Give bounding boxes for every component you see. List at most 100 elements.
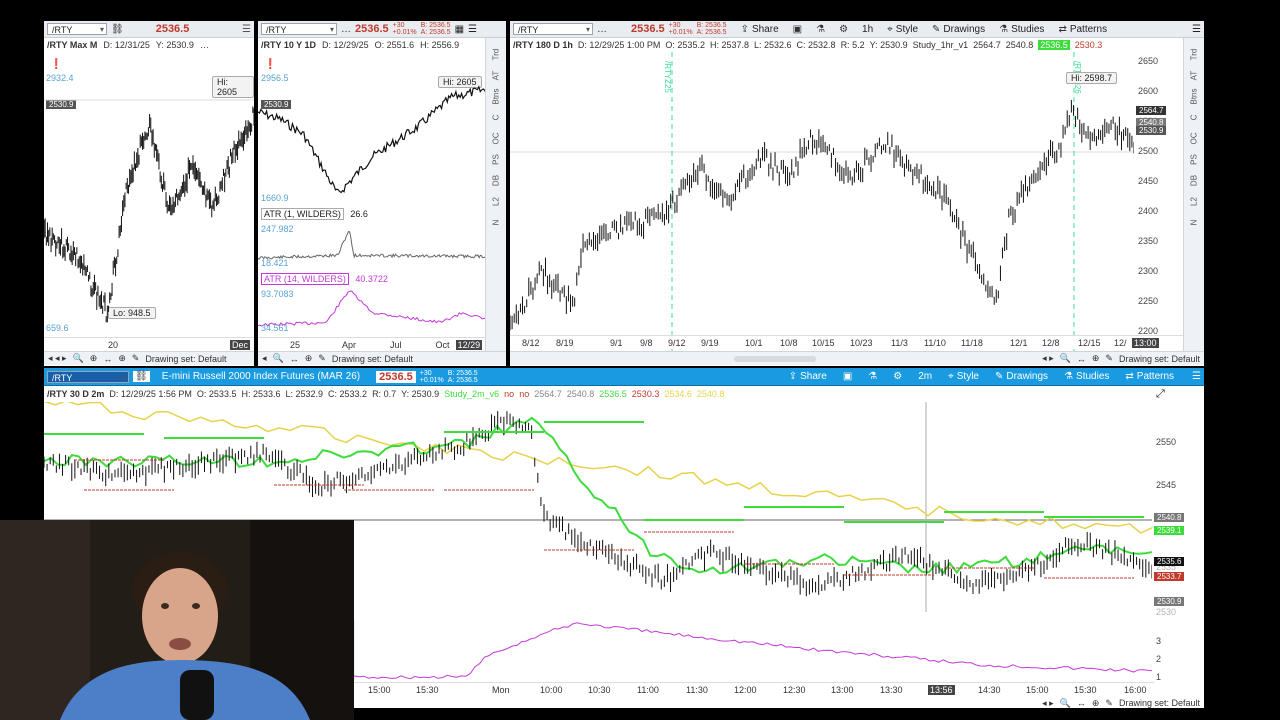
price-chart[interactable] [258, 52, 486, 202]
drawing-set[interactable]: Drawing set: Default [145, 354, 226, 364]
symbol-selector[interactable]: /RTY [47, 23, 107, 36]
side-tab-at[interactable]: AT [1190, 66, 1199, 86]
zoom-out-icon[interactable]: 🔍 [273, 353, 284, 364]
zoom-in-icon[interactable]: ⊕ [90, 353, 98, 364]
side-tab-ps[interactable]: PS [1190, 150, 1199, 170]
grid-icon[interactable]: ▦ [455, 24, 464, 35]
pan-icon[interactable]: ↔ [1077, 354, 1086, 364]
chart-pane-monthly[interactable]: /RTY ⛓ 2536.5 ☰ /RTY Max M D: 12/31/25 Y… [44, 21, 254, 366]
pencil-icon[interactable]: ✎ [318, 353, 326, 364]
scrollbar[interactable] [734, 355, 817, 362]
info-date: D: 12/29/25 1:00 PM [577, 40, 661, 50]
drawings-button[interactable]: ✎ Drawings [932, 24, 985, 35]
scroll-arrows[interactable]: ◂ ▸ [1042, 698, 1054, 709]
symbol-selector[interactable]: /RTY [47, 370, 129, 384]
more-icon[interactable]: … [341, 24, 351, 35]
patterns-label: Patterns [1136, 371, 1175, 382]
crosshair-icon[interactable]: ⊕ [1092, 698, 1100, 709]
side-tab-at[interactable]: AT [492, 66, 501, 86]
time-tag: 13:00 [1132, 337, 1159, 348]
settings-button[interactable]: ⚙ [893, 371, 902, 382]
zoom-out-icon[interactable]: 🔍 [1060, 698, 1071, 709]
osc-tick: 3 [1156, 636, 1162, 646]
chart-pane-10y[interactable]: /RTY … 2536.5 +30 +0.01% B: 2536.5 A: 25… [258, 21, 506, 366]
side-tab-c[interactable]: C [1190, 108, 1199, 128]
drawing-set[interactable]: Drawing set: Default [1119, 698, 1200, 708]
link-icon[interactable]: ⛓ [111, 24, 124, 35]
link-icon[interactable]: ⛓ [133, 371, 150, 382]
side-tab-db[interactable]: DB [1190, 171, 1199, 191]
menu-icon[interactable]: ☰ [1192, 24, 1201, 35]
snapshot-button[interactable]: ▣ [793, 24, 802, 35]
drawings-button[interactable]: ✎ Drawings [995, 371, 1048, 382]
info-date: D: 12/31/25 [103, 40, 150, 50]
flask-button[interactable]: ⚗ [816, 24, 825, 35]
style-button[interactable]: ⌖ Style [948, 371, 979, 382]
side-tab-c[interactable]: C [492, 108, 501, 128]
atr14-header: ATR (14, WILDERS) 40.3722 [261, 273, 388, 285]
more-icon[interactable]: … [597, 24, 607, 35]
side-tab-btns[interactable]: Btns [1190, 87, 1199, 107]
x-tick: 15:30 [1074, 684, 1097, 695]
pencil-icon[interactable]: ✎ [132, 353, 140, 364]
interval-button[interactable]: 1h [862, 24, 873, 35]
flask-button[interactable]: ⚗ [868, 371, 877, 382]
patterns-button[interactable]: ⇄ Patterns [1125, 371, 1174, 382]
menu-icon[interactable]: ☰ [1192, 371, 1201, 382]
scroll-arrows[interactable]: ◂ ▸ [1042, 353, 1054, 364]
symbol-selector[interactable]: /RTY [261, 23, 337, 36]
x-tick: 11/3 [891, 337, 908, 348]
drawing-set[interactable]: Drawing set: Default [332, 354, 413, 364]
symbol-selector[interactable]: /RTY [513, 23, 593, 36]
style-label: Style [895, 23, 919, 35]
zoom-out-icon[interactable]: 🔍 [1060, 353, 1071, 364]
side-tab-oc[interactable]: OC [492, 129, 501, 149]
bid-ask: B: 2536.5 A: 2536.5 [697, 22, 727, 36]
pan-icon[interactable]: ↔ [290, 354, 299, 364]
side-tab-db[interactable]: DB [492, 171, 501, 191]
side-tab-trd[interactable]: Trd [492, 45, 501, 65]
collapse-icon[interactable]: ⤢ [1156, 388, 1165, 401]
price-chart[interactable] [510, 52, 1134, 352]
info-open: O: 2551.6 [374, 40, 415, 50]
chart-pane-180d[interactable]: /RTY … 2536.5 +30 +0.01% B: 2536.5 A: 25… [510, 21, 1204, 366]
share-button[interactable]: ⇪ Share [741, 24, 779, 35]
drawing-set[interactable]: Drawing set: Default [1119, 354, 1200, 364]
scroll-arrows[interactable]: ◂ ◂ ▸ [48, 353, 67, 364]
crosshair-icon[interactable]: ⊕ [118, 353, 126, 364]
study-name: Study_1hr_v1 [912, 40, 969, 50]
style-button[interactable]: ⌖ Style [887, 24, 918, 35]
info-low: L: 2532.9 [285, 389, 324, 399]
studies-button[interactable]: ⚗ Studies [999, 24, 1044, 35]
pan-icon[interactable]: ↔ [103, 354, 112, 364]
chart-info-line: /RTY 180 D 1h D: 12/29/25 1:00 PM O: 253… [510, 38, 1204, 52]
crosshair-icon[interactable]: ⊕ [1092, 353, 1100, 364]
drawings-label: Drawings [943, 23, 986, 35]
share-button[interactable]: ⇪ Share [789, 371, 827, 382]
pencil-icon[interactable]: ✎ [1105, 698, 1113, 709]
studies-button[interactable]: ⚗ Studies [1064, 371, 1109, 382]
menu-icon[interactable]: ☰ [468, 24, 477, 35]
scroll-arrows[interactable]: ◂ [262, 353, 267, 364]
zoom-out-icon[interactable]: 🔍 [73, 353, 84, 364]
side-tab-oc[interactable]: OC [1190, 129, 1199, 149]
menu-icon[interactable]: ☰ [242, 24, 251, 35]
side-tab-ps[interactable]: PS [492, 150, 501, 170]
patterns-button[interactable]: ⇄ Patterns [1058, 24, 1107, 35]
settings-button[interactable]: ⚙ [839, 24, 848, 35]
pan-icon[interactable]: ↔ [1077, 698, 1086, 708]
more-icon[interactable]: … [200, 40, 209, 50]
x-tick: 15:00 [368, 684, 391, 695]
side-tab-trd[interactable]: Trd [1190, 45, 1199, 65]
side-tab-n[interactable]: N [492, 213, 501, 233]
snapshot-button[interactable]: ▣ [843, 371, 852, 382]
side-tab-l2[interactable]: L2 [1190, 192, 1199, 212]
flask-icon: ⚗ [868, 371, 878, 382]
crosshair-icon[interactable]: ⊕ [305, 353, 313, 364]
side-tab-btns[interactable]: Btns [492, 87, 501, 107]
pencil-icon[interactable]: ✎ [1105, 353, 1113, 364]
side-tab-n[interactable]: N [1190, 213, 1199, 233]
price-chart[interactable] [44, 52, 254, 342]
side-tab-l2[interactable]: L2 [492, 192, 501, 212]
interval-button[interactable]: 2m [918, 371, 932, 382]
